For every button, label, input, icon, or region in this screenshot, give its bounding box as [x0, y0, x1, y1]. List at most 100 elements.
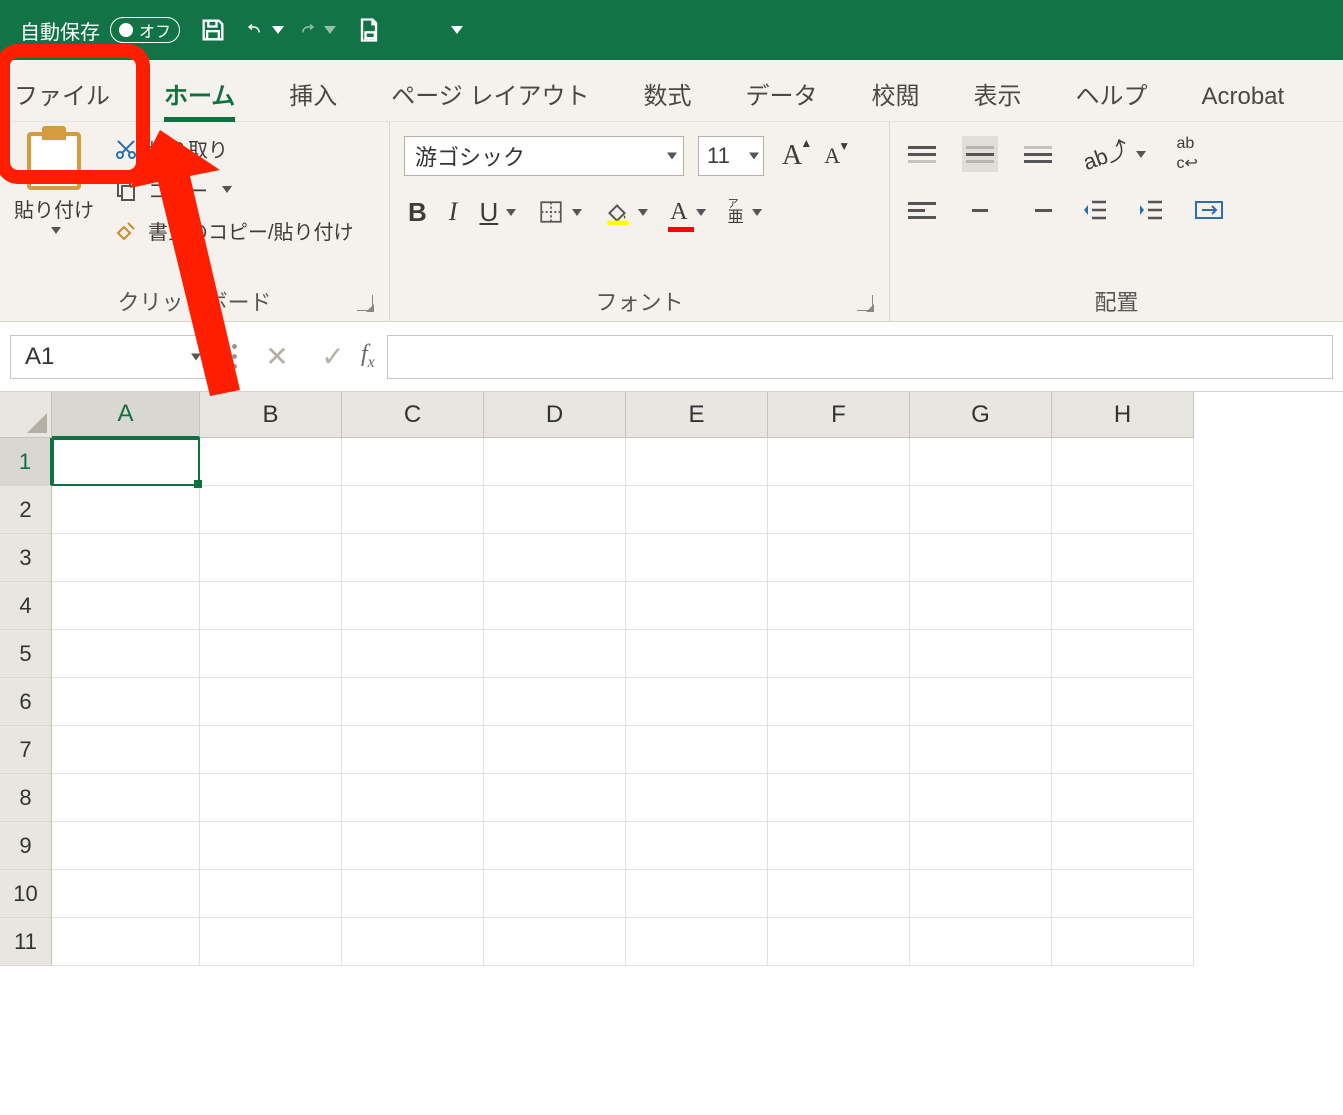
cell[interactable]	[200, 678, 342, 726]
tab-data[interactable]: データ	[741, 68, 821, 121]
font-color-button[interactable]: A	[666, 194, 709, 230]
cell[interactable]	[52, 822, 200, 870]
orientation-button[interactable]: ab⤴	[1078, 136, 1150, 172]
cell[interactable]	[1052, 822, 1194, 870]
cell[interactable]	[1052, 918, 1194, 966]
cell[interactable]	[484, 438, 626, 486]
column-header[interactable]: H	[1052, 392, 1194, 438]
tab-acrobat[interactable]: Acrobat	[1197, 75, 1288, 121]
dialog-launcher-icon[interactable]	[857, 295, 873, 311]
cell[interactable]	[768, 822, 910, 870]
dialog-launcher-icon[interactable]	[357, 295, 373, 311]
cell[interactable]	[768, 774, 910, 822]
cell[interactable]	[910, 822, 1052, 870]
phonetic-guide-button[interactable]: ア亜	[724, 194, 766, 230]
bold-button[interactable]: B	[404, 194, 431, 230]
underline-button[interactable]: U	[475, 194, 520, 230]
italic-button[interactable]: I	[445, 194, 462, 230]
increase-indent-button[interactable]	[1134, 192, 1168, 228]
cell[interactable]	[52, 726, 200, 774]
column-header[interactable]: D	[484, 392, 626, 438]
cell[interactable]	[910, 582, 1052, 630]
name-box[interactable]: A1	[10, 335, 210, 379]
cell[interactable]	[200, 918, 342, 966]
cell[interactable]	[200, 534, 342, 582]
cell[interactable]	[342, 726, 484, 774]
cell[interactable]	[626, 438, 768, 486]
increase-font-button[interactable]: A▲	[778, 138, 806, 174]
align-right-button[interactable]	[1020, 192, 1056, 228]
cell[interactable]	[910, 774, 1052, 822]
row-header[interactable]: 1	[0, 438, 52, 486]
cell[interactable]	[52, 678, 200, 726]
redo-button[interactable]	[298, 11, 336, 49]
cell[interactable]	[342, 486, 484, 534]
copy-button[interactable]: コピー	[114, 175, 354, 204]
cell[interactable]	[52, 918, 200, 966]
cell[interactable]	[768, 438, 910, 486]
cell[interactable]	[626, 678, 768, 726]
cell[interactable]	[52, 582, 200, 630]
cell[interactable]	[342, 678, 484, 726]
cell[interactable]	[342, 918, 484, 966]
cell[interactable]	[200, 582, 342, 630]
cancel-formula-button[interactable]: ✕	[249, 340, 305, 373]
row-header[interactable]: 4	[0, 582, 52, 630]
tab-file[interactable]: ファイル	[10, 68, 114, 121]
cell[interactable]	[910, 726, 1052, 774]
decrease-font-button[interactable]: A▼	[820, 138, 844, 174]
decrease-indent-button[interactable]	[1078, 192, 1112, 228]
cell[interactable]	[200, 438, 342, 486]
cell[interactable]	[910, 678, 1052, 726]
cell[interactable]	[910, 870, 1052, 918]
cell[interactable]	[626, 582, 768, 630]
row-header[interactable]: 9	[0, 822, 52, 870]
cell[interactable]	[52, 774, 200, 822]
save-button[interactable]	[194, 11, 232, 49]
cell[interactable]	[200, 630, 342, 678]
cell[interactable]	[768, 582, 910, 630]
cell[interactable]	[484, 630, 626, 678]
cell[interactable]	[200, 870, 342, 918]
column-header[interactable]: A	[52, 392, 200, 438]
cell[interactable]	[768, 630, 910, 678]
customize-qat-button[interactable]	[434, 11, 472, 49]
cell[interactable]	[1052, 774, 1194, 822]
select-all-corner[interactable]	[0, 392, 52, 438]
row-header[interactable]: 11	[0, 918, 52, 966]
cell[interactable]	[910, 630, 1052, 678]
tab-home[interactable]: ホーム	[160, 68, 239, 121]
tab-formulas[interactable]: 数式	[639, 68, 695, 121]
cell[interactable]	[768, 678, 910, 726]
cell[interactable]	[1052, 870, 1194, 918]
cell[interactable]	[910, 438, 1052, 486]
cell[interactable]	[342, 630, 484, 678]
paste-button[interactable]: 貼り付け	[14, 126, 94, 245]
align-bottom-button[interactable]	[1020, 136, 1056, 172]
cell[interactable]	[626, 534, 768, 582]
cell[interactable]	[200, 486, 342, 534]
cell[interactable]	[342, 534, 484, 582]
cell[interactable]	[52, 534, 200, 582]
font-size-select[interactable]: 11	[698, 136, 764, 176]
tab-view[interactable]: 表示	[969, 68, 1025, 121]
cell[interactable]	[52, 630, 200, 678]
cell[interactable]	[626, 918, 768, 966]
cell[interactable]	[626, 486, 768, 534]
cell[interactable]	[484, 582, 626, 630]
cell[interactable]	[1052, 486, 1194, 534]
cell[interactable]	[768, 918, 910, 966]
fx-icon[interactable]: fx	[361, 341, 375, 372]
cell[interactable]	[626, 822, 768, 870]
drag-handle-icon[interactable]	[232, 344, 237, 369]
wrap-text-button[interactable]: abc↩	[1172, 136, 1201, 172]
borders-button[interactable]	[534, 194, 586, 230]
tab-review[interactable]: 校閲	[867, 68, 923, 121]
column-header[interactable]: C	[342, 392, 484, 438]
cell[interactable]	[484, 870, 626, 918]
fill-color-button[interactable]	[600, 194, 652, 230]
tab-page-layout[interactable]: ページ レイアウト	[387, 68, 593, 121]
cell[interactable]	[342, 582, 484, 630]
cell[interactable]	[484, 678, 626, 726]
merge-center-button[interactable]	[1190, 192, 1228, 228]
